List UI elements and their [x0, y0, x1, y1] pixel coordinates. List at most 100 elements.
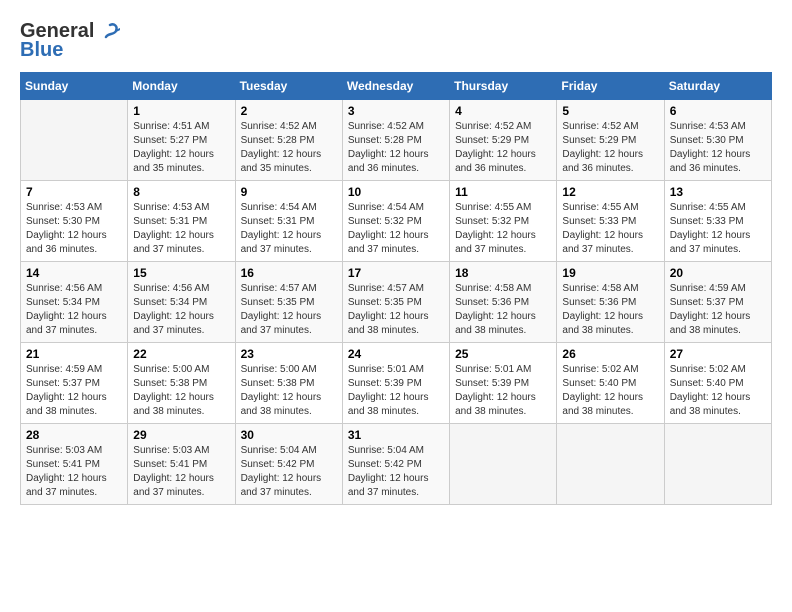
- day-cell: 26Sunrise: 5:02 AMSunset: 5:40 PMDayligh…: [557, 343, 664, 424]
- col-header-sunday: Sunday: [21, 73, 128, 100]
- day-info: Sunrise: 4:58 AMSunset: 5:36 PMDaylight:…: [455, 282, 551, 338]
- day-info: Sunrise: 5:01 AMSunset: 5:39 PMDaylight:…: [348, 363, 444, 419]
- day-cell: 25 Sunrise: 5:01 AMSunset: 5:39 PMDayligh…: [450, 343, 557, 424]
- day-info: Sunrise: 4:54 AMSunset: 5:32 PMDaylight:…: [348, 201, 444, 257]
- week-row-3: 14 Sunrise: 4:56 AMSunset: 5:34 PMDayligh…: [21, 262, 772, 343]
- day-cell: 17 Sunrise: 4:57 AMSunset: 5:35 PMDayligh…: [342, 262, 449, 343]
- day-info: Sunrise: 4:52 AMSunset: 5:29 PMDaylight:…: [562, 120, 658, 176]
- calendar-header-row: SundayMondayTuesdayWednesdayThursdayFrid…: [21, 73, 772, 100]
- day-number: 2: [241, 104, 337, 118]
- day-number: 16: [241, 266, 337, 280]
- col-header-thursday: Thursday: [450, 73, 557, 100]
- day-info: Sunrise: 4:58 AMSunset: 5:36 PMDaylight:…: [562, 282, 658, 338]
- day-info: Sunrise: 5:00 AMSunset: 5:38 PMDaylight:…: [241, 363, 337, 419]
- day-number: 25: [455, 347, 551, 361]
- day-info: Sunrise: 4:53 AMSunset: 5:30 PMDaylight:…: [26, 201, 122, 257]
- day-info: Sunrise: 4:57 AMSunset: 5:35 PMDaylight:…: [241, 282, 337, 338]
- day-cell: 6 Sunrise: 4:53 AMSunset: 5:30 PMDaylight…: [664, 100, 771, 181]
- day-number: 17: [348, 266, 444, 280]
- day-number: 13: [670, 185, 766, 199]
- day-number: 20: [670, 266, 766, 280]
- day-cell: 10 Sunrise: 4:54 AMSunset: 5:32 PMDayligh…: [342, 181, 449, 262]
- day-info: Sunrise: 5:03 AMSunset: 5:41 PMDaylight:…: [133, 444, 229, 500]
- day-number: 11: [455, 185, 551, 199]
- col-header-saturday: Saturday: [664, 73, 771, 100]
- day-cell: 13Sunrise: 4:55 AMSunset: 5:33 PMDayligh…: [664, 181, 771, 262]
- day-cell: 27Sunrise: 5:02 AMSunset: 5:40 PMDayligh…: [664, 343, 771, 424]
- day-info: Sunrise: 5:03 AMSunset: 5:41 PMDaylight:…: [26, 444, 122, 500]
- day-cell: 30 Sunrise: 5:04 AMSunset: 5:42 PMDayligh…: [235, 424, 342, 505]
- day-cell: 28 Sunrise: 5:03 AMSunset: 5:41 PMDayligh…: [21, 424, 128, 505]
- col-header-monday: Monday: [128, 73, 235, 100]
- day-info: Sunrise: 4:52 AMSunset: 5:29 PMDaylight:…: [455, 120, 551, 176]
- day-number: 1: [133, 104, 229, 118]
- day-cell: 22 Sunrise: 5:00 AMSunset: 5:38 PMDayligh…: [128, 343, 235, 424]
- day-cell: 15Sunrise: 4:56 AMSunset: 5:34 PMDayligh…: [128, 262, 235, 343]
- logo-bird-icon: [98, 21, 120, 43]
- day-info: Sunrise: 5:04 AMSunset: 5:42 PMDaylight:…: [241, 444, 337, 500]
- day-number: 27: [670, 347, 766, 361]
- day-cell: 20 Sunrise: 4:59 AMSunset: 5:37 PMDayligh…: [664, 262, 771, 343]
- logo-blue: Blue: [20, 39, 63, 62]
- day-number: 8: [133, 185, 229, 199]
- day-number: 19: [562, 266, 658, 280]
- calendar-body: 1 Sunrise: 4:51 AMSunset: 5:27 PMDaylight…: [21, 100, 772, 505]
- day-cell: 29 Sunrise: 5:03 AMSunset: 5:41 PMDayligh…: [128, 424, 235, 505]
- day-info: Sunrise: 4:57 AMSunset: 5:35 PMDaylight:…: [348, 282, 444, 338]
- logo: General Blue: [20, 20, 120, 62]
- day-info: Sunrise: 4:52 AMSunset: 5:28 PMDaylight:…: [241, 120, 337, 176]
- day-info: Sunrise: 5:02 AMSunset: 5:40 PMDaylight:…: [562, 363, 658, 419]
- day-cell: [557, 424, 664, 505]
- day-number: 14: [26, 266, 122, 280]
- day-cell: 23Sunrise: 5:00 AMSunset: 5:38 PMDayligh…: [235, 343, 342, 424]
- day-number: 28: [26, 428, 122, 442]
- day-info: Sunrise: 4:53 AMSunset: 5:31 PMDaylight:…: [133, 201, 229, 257]
- week-row-5: 28 Sunrise: 5:03 AMSunset: 5:41 PMDayligh…: [21, 424, 772, 505]
- day-number: 31: [348, 428, 444, 442]
- day-info: Sunrise: 5:00 AMSunset: 5:38 PMDaylight:…: [133, 363, 229, 419]
- day-number: 4: [455, 104, 551, 118]
- day-number: 29: [133, 428, 229, 442]
- day-cell: 31Sunrise: 5:04 AMSunset: 5:42 PMDayligh…: [342, 424, 449, 505]
- week-row-2: 7Sunrise: 4:53 AMSunset: 5:30 PMDaylight…: [21, 181, 772, 262]
- day-info: Sunrise: 4:55 AMSunset: 5:32 PMDaylight:…: [455, 201, 551, 257]
- day-cell: [664, 424, 771, 505]
- day-cell: 19 Sunrise: 4:58 AMSunset: 5:36 PMDayligh…: [557, 262, 664, 343]
- day-info: Sunrise: 4:54 AMSunset: 5:31 PMDaylight:…: [241, 201, 337, 257]
- day-number: 18: [455, 266, 551, 280]
- day-cell: 9 Sunrise: 4:54 AMSunset: 5:31 PMDaylight…: [235, 181, 342, 262]
- day-info: Sunrise: 4:51 AMSunset: 5:27 PMDaylight:…: [133, 120, 229, 176]
- day-number: 15: [133, 266, 229, 280]
- day-number: 6: [670, 104, 766, 118]
- week-row-1: 1 Sunrise: 4:51 AMSunset: 5:27 PMDaylight…: [21, 100, 772, 181]
- day-number: 21: [26, 347, 122, 361]
- day-cell: 8 Sunrise: 4:53 AMSunset: 5:31 PMDaylight…: [128, 181, 235, 262]
- day-cell: 3 Sunrise: 4:52 AMSunset: 5:28 PMDaylight…: [342, 100, 449, 181]
- day-number: 9: [241, 185, 337, 199]
- day-number: 30: [241, 428, 337, 442]
- day-cell: 1 Sunrise: 4:51 AMSunset: 5:27 PMDaylight…: [128, 100, 235, 181]
- day-cell: 7Sunrise: 4:53 AMSunset: 5:30 PMDaylight…: [21, 181, 128, 262]
- day-cell: 2 Sunrise: 4:52 AMSunset: 5:28 PMDaylight…: [235, 100, 342, 181]
- col-header-tuesday: Tuesday: [235, 73, 342, 100]
- col-header-wednesday: Wednesday: [342, 73, 449, 100]
- col-header-friday: Friday: [557, 73, 664, 100]
- day-cell: 14 Sunrise: 4:56 AMSunset: 5:34 PMDayligh…: [21, 262, 128, 343]
- day-number: 3: [348, 104, 444, 118]
- day-info: Sunrise: 5:01 AMSunset: 5:39 PMDaylight:…: [455, 363, 551, 419]
- day-number: 5: [562, 104, 658, 118]
- day-number: 24: [348, 347, 444, 361]
- calendar-table: SundayMondayTuesdayWednesdayThursdayFrid…: [20, 72, 772, 505]
- day-cell: 21 Sunrise: 4:59 AMSunset: 5:37 PMDayligh…: [21, 343, 128, 424]
- day-cell: 18 Sunrise: 4:58 AMSunset: 5:36 PMDayligh…: [450, 262, 557, 343]
- header: General Blue: [20, 20, 772, 62]
- day-info: Sunrise: 4:56 AMSunset: 5:34 PMDaylight:…: [26, 282, 122, 338]
- day-info: Sunrise: 4:59 AMSunset: 5:37 PMDaylight:…: [670, 282, 766, 338]
- day-number: 10: [348, 185, 444, 199]
- day-cell: [21, 100, 128, 181]
- day-info: Sunrise: 4:52 AMSunset: 5:28 PMDaylight:…: [348, 120, 444, 176]
- day-info: Sunrise: 4:53 AMSunset: 5:30 PMDaylight:…: [670, 120, 766, 176]
- day-info: Sunrise: 4:59 AMSunset: 5:37 PMDaylight:…: [26, 363, 122, 419]
- day-number: 22: [133, 347, 229, 361]
- day-number: 12: [562, 185, 658, 199]
